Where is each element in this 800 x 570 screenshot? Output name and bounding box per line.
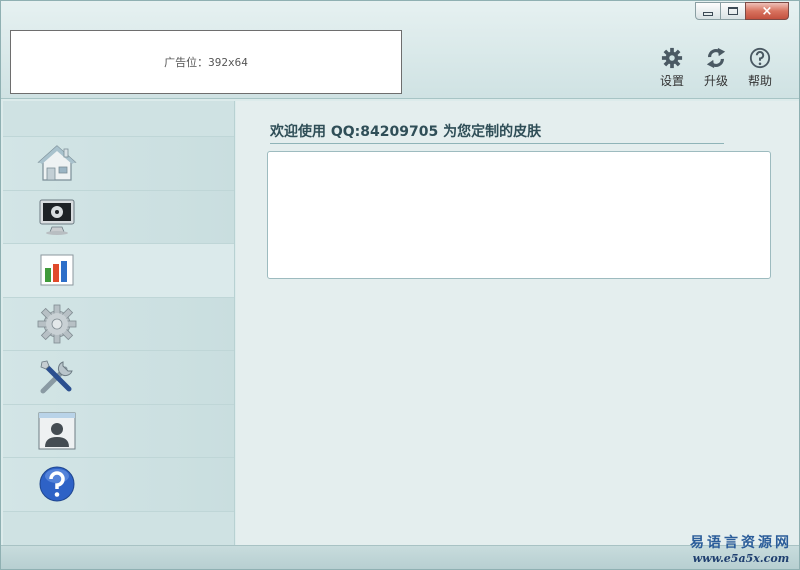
sidebar-item-monitor[interactable] (3, 190, 234, 244)
sidebar (3, 101, 235, 545)
sidebar-item-chart[interactable] (3, 244, 234, 298)
app-window: 广告位：392x64 设置 升级 帮助 × 欢迎使用 QQ:84209705 为… (0, 0, 800, 570)
settings-label: 设置 (659, 74, 684, 88)
upgrade-label: 升级 (703, 74, 728, 88)
content-area[interactable] (267, 151, 771, 279)
sidebar-item-tools[interactable] (3, 351, 234, 405)
status-bar (1, 545, 799, 569)
close-icon: × (761, 3, 773, 19)
header: 广告位：392x64 设置 升级 帮助 (1, 1, 799, 99)
tools-icon (40, 360, 73, 394)
gear-icon (661, 47, 683, 69)
sidebar-item-settings[interactable] (3, 297, 234, 351)
sidebar-item-home[interactable] (3, 137, 234, 191)
help-icon (749, 47, 771, 69)
monitor-icon (39, 199, 75, 235)
maximize-button[interactable] (720, 2, 746, 20)
help-icon (39, 466, 75, 502)
close-button[interactable]: × (745, 2, 789, 20)
upgrade-button[interactable]: 升级 (699, 47, 733, 89)
ad-banner[interactable]: 广告位：392x64 (10, 30, 402, 94)
settings-button[interactable]: 设置 (655, 47, 689, 89)
sidebar-item-user[interactable] (3, 404, 234, 458)
toolbar: 设置 升级 帮助 (655, 47, 777, 89)
minimize-button[interactable] (695, 2, 721, 20)
chart-icon (40, 254, 74, 286)
user-icon (38, 412, 76, 450)
home-icon (37, 145, 77, 181)
minimize-icon (703, 12, 713, 16)
watermark-text: 易语言资源网 (690, 535, 792, 551)
sidebar-header (3, 101, 234, 137)
refresh-icon (706, 47, 726, 69)
help-button[interactable]: 帮助 (743, 47, 777, 89)
watermark-url: www.e5a5x.com (692, 552, 790, 565)
maximize-icon (728, 7, 738, 15)
window-controls: × (695, 2, 789, 20)
welcome-heading: 欢迎使用 QQ:84209705 为您定制的皮肤 (270, 121, 724, 144)
ad-text: 广告位：392x64 (164, 56, 248, 69)
watermark: 易语言资源网 www.e5a5x.com (690, 532, 792, 565)
sidebar-item-help[interactable] (3, 458, 234, 512)
help-label: 帮助 (747, 74, 772, 88)
main-panel: 欢迎使用 QQ:84209705 为您定制的皮肤 (236, 101, 799, 545)
gear-icon (37, 304, 77, 344)
